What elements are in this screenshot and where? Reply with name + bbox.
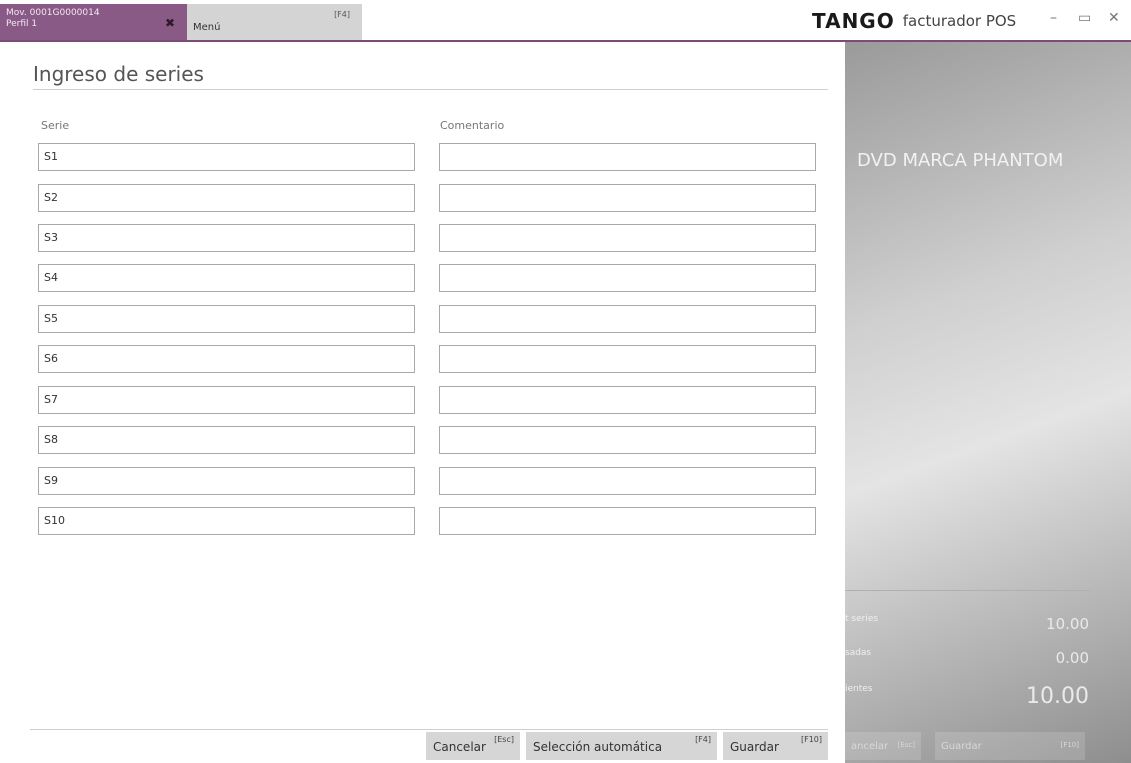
serie-input[interactable]: S5 <box>38 305 415 333</box>
auto-select-button-label: Selección automática <box>533 740 663 754</box>
series-form: Ingreso de series Serie Comentario S1 S2… <box>0 42 845 763</box>
footer-divider <box>30 729 828 730</box>
side-cancel-button: ancelar [Esc] <box>845 732 921 760</box>
comentario-input[interactable] <box>439 507 816 535</box>
cancel-button[interactable]: Cancelar [Esc] <box>426 732 520 760</box>
summary-value-ingresadas: 0.00 <box>1055 649 1089 667</box>
comentario-input[interactable] <box>439 467 816 495</box>
serie-input[interactable]: S3 <box>38 224 415 252</box>
comentario-input[interactable] <box>439 345 816 373</box>
comentario-input[interactable] <box>439 386 816 414</box>
comentario-input[interactable] <box>439 184 816 212</box>
comentario-column-label: Comentario <box>440 119 505 132</box>
summary-value-pendientes: 10.00 <box>1026 684 1089 709</box>
side-save-label: Guardar <box>941 741 982 752</box>
cancel-button-label: Cancelar <box>433 740 486 754</box>
save-button-shortcut: [F10] <box>800 735 822 744</box>
serie-input[interactable]: S1 <box>38 143 415 171</box>
side-panel: DVD MARCA PHANTOM t series 10.00 sadas 0… <box>845 42 1131 763</box>
summary-label-pendientes: ientes <box>845 684 873 694</box>
comentario-input[interactable] <box>439 224 816 252</box>
maximize-icon[interactable]: ▭ <box>1078 10 1091 26</box>
page-title: Ingreso de series <box>33 62 204 86</box>
save-button-label: Guardar <box>730 740 779 754</box>
cancel-button-shortcut: [Esc] <box>494 735 514 744</box>
tab-menu[interactable]: Menú [F4] <box>187 4 362 42</box>
summary-label-series: t series <box>845 614 879 624</box>
tab-movimiento-label: Mov. 0001G0000014 <box>6 8 100 18</box>
tango-logo: TANGO <box>812 9 895 33</box>
title-divider <box>33 89 828 90</box>
side-save-button: Guardar [F10] <box>935 732 1085 760</box>
side-save-shortcut: [F10] <box>1060 741 1079 749</box>
tab-movimiento-profile: Perfil 1 <box>6 19 38 29</box>
comentario-input[interactable] <box>439 143 816 171</box>
tab-menu-label: Menú <box>193 22 221 33</box>
save-button[interactable]: Guardar [F10] <box>723 732 828 760</box>
serie-input[interactable]: S9 <box>38 467 415 495</box>
summary-value-series: 10.00 <box>1046 615 1089 633</box>
comentario-input[interactable] <box>439 305 816 333</box>
side-cancel-label: ancelar <box>851 741 889 752</box>
serie-input[interactable]: S6 <box>38 345 415 373</box>
minimize-icon[interactable]: – <box>1050 10 1057 26</box>
auto-select-button-shortcut: [F4] <box>695 735 711 744</box>
tab-movimiento[interactable]: Mov. 0001G0000014 Perfil 1 ✖ <box>0 4 187 42</box>
serie-column-label: Serie <box>41 119 70 132</box>
serie-input[interactable]: S8 <box>38 426 415 454</box>
serie-input[interactable]: S10 <box>38 507 415 535</box>
comentario-input[interactable] <box>439 426 816 454</box>
comentario-input[interactable] <box>439 264 816 292</box>
serie-input[interactable]: S2 <box>38 184 415 212</box>
title-bar: Mov. 0001G0000014 Perfil 1 ✖ Menú [F4] T… <box>0 0 1131 42</box>
summary-label-ingresadas: sadas <box>845 648 872 658</box>
auto-select-button[interactable]: Selección automática [F4] <box>526 732 717 760</box>
serie-input[interactable]: S7 <box>38 386 415 414</box>
close-window-icon[interactable]: ✕ <box>1108 10 1120 26</box>
brand: TANGO facturador POS <box>812 8 1016 34</box>
serie-input[interactable]: S4 <box>38 264 415 292</box>
brand-subtitle: facturador POS <box>902 12 1017 30</box>
side-cancel-shortcut: [Esc] <box>897 741 915 749</box>
close-tab-icon[interactable]: ✖ <box>165 17 175 29</box>
side-divider <box>845 590 1091 591</box>
product-name: DVD MARCA PHANTOM <box>857 150 1064 171</box>
tab-menu-shortcut: [F4] <box>334 10 350 19</box>
